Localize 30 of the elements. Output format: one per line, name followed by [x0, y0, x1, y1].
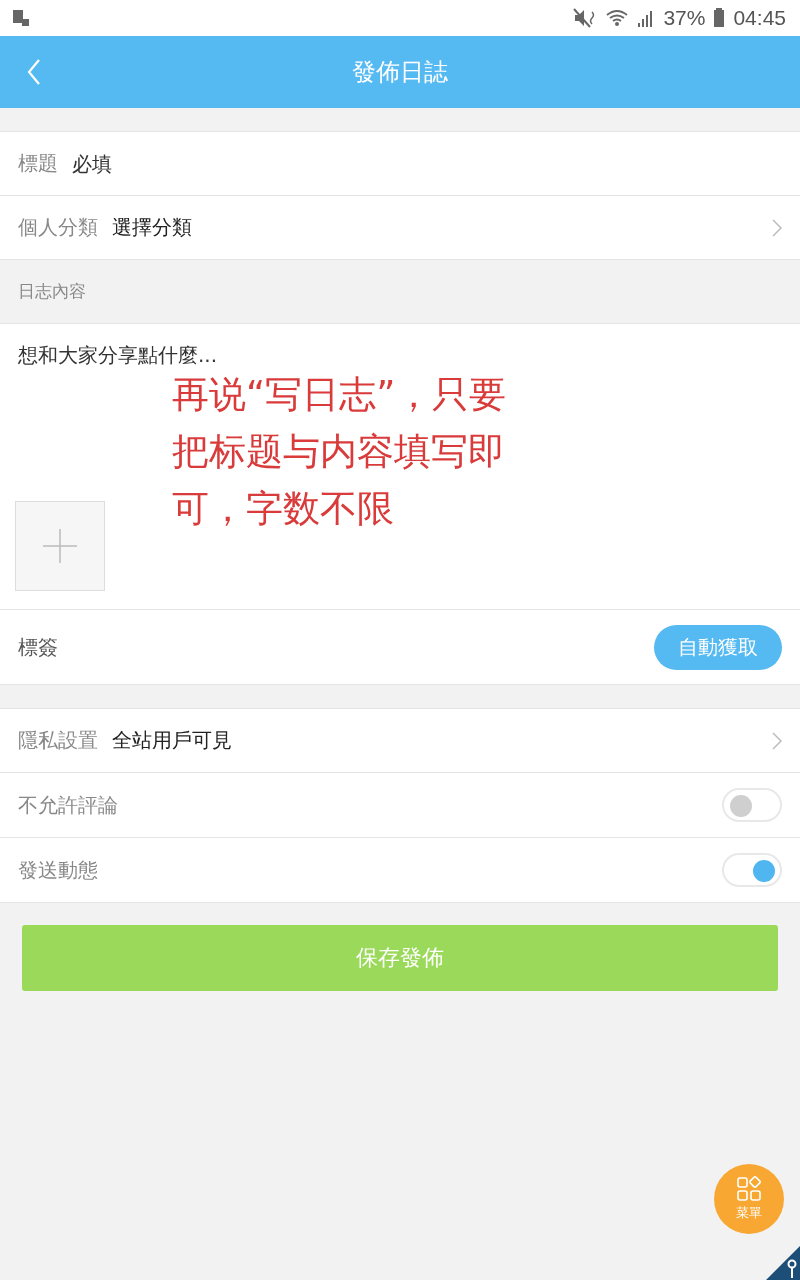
tags-label: 標簽: [18, 633, 58, 661]
wifi-icon: [605, 8, 630, 28]
add-image-button[interactable]: [15, 501, 105, 591]
toggle-label: 發送動態: [18, 856, 98, 884]
toggle-switch[interactable]: [722, 788, 782, 822]
privacy-label: 隱私設置: [18, 727, 98, 754]
title-input-field[interactable]: 必填: [72, 151, 782, 176]
category-value: 選擇分類: [112, 214, 192, 241]
battery-icon: [713, 8, 726, 28]
auto-fetch-button[interactable]: 自動獲取: [654, 624, 782, 670]
category-label: 個人分類: [18, 214, 98, 241]
title-label: 標題: [18, 150, 58, 177]
grid-icon: [736, 1176, 762, 1202]
menu-button[interactable]: 菜單: [714, 1164, 784, 1234]
section-label: 日志內容: [18, 280, 86, 303]
category-row[interactable]: 個人分類 選擇分類: [0, 195, 800, 260]
key-corner-icon[interactable]: [766, 1246, 800, 1280]
plus-icon: [42, 528, 78, 564]
chevron-right-icon: [772, 731, 782, 750]
page-title: 發佈日誌: [352, 57, 448, 88]
privacy-value: 全站用戶可見: [112, 727, 232, 754]
title-field[interactable]: 標題 必填: [0, 131, 800, 196]
battery-percentage: 37%: [663, 6, 706, 30]
clock-time: 04:45: [733, 6, 786, 30]
chevron-right-icon: [772, 218, 782, 237]
toggle-switch[interactable]: [722, 853, 782, 887]
annotation-text: 再说“写日志”，只要把标题与内容填写即可，字数不限: [172, 372, 508, 532]
chevron-left-icon: [27, 59, 41, 85]
toggle-label: 不允許評論: [18, 791, 118, 819]
privacy-row[interactable]: 隱私設置 全站用戶可見: [0, 708, 800, 773]
